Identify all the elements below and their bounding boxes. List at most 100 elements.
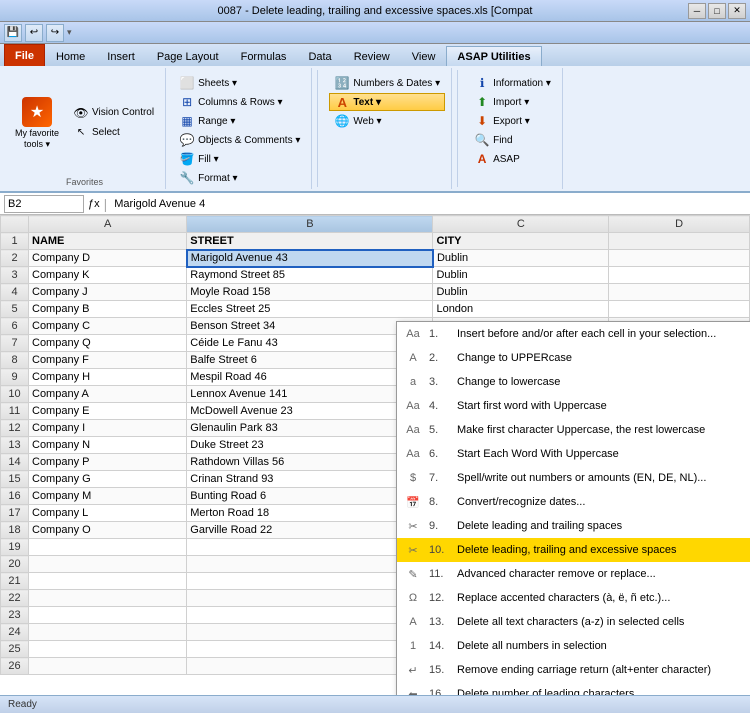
cell[interactable]: Dublin xyxy=(433,267,609,284)
cell[interactable] xyxy=(29,590,187,607)
find-button[interactable]: 🔍 Find xyxy=(469,131,556,149)
col-header-a[interactable]: A xyxy=(29,216,187,233)
dropdown-item[interactable]: 114.Delete all numbers in selection xyxy=(397,634,750,658)
export-button[interactable]: ⬇ Export ▾ xyxy=(469,112,556,130)
cell[interactable]: Marigold Avenue 43 xyxy=(187,250,433,267)
cell[interactable]: Company O xyxy=(29,522,187,539)
objects-comments-button[interactable]: 💬 Objects & Comments ▾ xyxy=(174,131,305,149)
fill-button[interactable]: 🪣 Fill ▾ xyxy=(174,150,305,168)
cell[interactable]: Company A xyxy=(29,386,187,403)
numbers-dates-button[interactable]: 🔢 Numbers & Dates ▾ xyxy=(329,74,445,92)
dropdown-item[interactable]: ↵15.Remove ending carriage return (alt+e… xyxy=(397,658,750,682)
dropdown-item[interactable]: A2.Change to UPPERcase xyxy=(397,346,750,370)
cell[interactable]: Company J xyxy=(29,284,187,301)
dropdown-item[interactable]: a3.Change to lowercase xyxy=(397,370,750,394)
import-button[interactable]: ⬆ Import ▾ xyxy=(469,93,556,111)
redo-quick-button[interactable]: ↪ xyxy=(46,24,64,42)
sheets-button[interactable]: ⬜ Sheets ▾ xyxy=(174,74,305,92)
cell[interactable] xyxy=(29,573,187,590)
dropdown-item[interactable]: ⬅16.Delete number of leading characters.… xyxy=(397,682,750,695)
dropdown-item[interactable]: Ω12.Replace accented characters (à, ë, ñ… xyxy=(397,586,750,610)
window-controls[interactable]: ─ □ ✕ xyxy=(688,3,746,19)
cell[interactable]: Dublin xyxy=(433,250,609,267)
cell[interactable]: Company P xyxy=(29,454,187,471)
save-quick-button[interactable]: 💾 xyxy=(4,24,22,42)
select-button[interactable]: ↖ Select xyxy=(68,124,159,142)
cell[interactable]: CITY xyxy=(433,233,609,250)
formula-input[interactable] xyxy=(111,198,746,210)
name-box[interactable] xyxy=(4,195,84,213)
col-header-d[interactable]: D xyxy=(609,216,750,233)
cell[interactable] xyxy=(29,658,187,675)
cell[interactable]: Company M xyxy=(29,488,187,505)
cell[interactable] xyxy=(29,607,187,624)
dropdown-item[interactable]: $7.Spell/write out numbers or amounts (E… xyxy=(397,466,750,490)
col-header-c[interactable]: C xyxy=(433,216,609,233)
dropdown-item[interactable]: ✂9.Delete leading and trailing spaces xyxy=(397,514,750,538)
dropdown-item[interactable]: 📅8.Convert/recognize dates... xyxy=(397,490,750,514)
cell[interactable]: NAME xyxy=(29,233,187,250)
tab-asap-utilities[interactable]: ASAP Utilities xyxy=(446,46,541,66)
cell[interactable] xyxy=(29,641,187,658)
cell[interactable]: Company B xyxy=(29,301,187,318)
cell[interactable]: Company K xyxy=(29,267,187,284)
dropdown-item[interactable]: A13.Delete all text characters (a-z) in … xyxy=(397,610,750,634)
cell[interactable]: Company N xyxy=(29,437,187,454)
cell[interactable]: STREET xyxy=(187,233,433,250)
tab-insert[interactable]: Insert xyxy=(96,46,146,66)
cell[interactable]: Company F xyxy=(29,352,187,369)
close-button[interactable]: ✕ xyxy=(728,3,746,19)
cell[interactable] xyxy=(609,233,750,250)
cell[interactable]: Company C xyxy=(29,318,187,335)
cell[interactable] xyxy=(29,556,187,573)
cell[interactable]: Company D xyxy=(29,250,187,267)
dropdown-item[interactable]: ✂10.Delete leading, trailing and excessi… xyxy=(397,538,750,562)
format-button[interactable]: 🔧 Format ▾ xyxy=(174,169,305,187)
tab-page-layout[interactable]: Page Layout xyxy=(146,46,230,66)
asap-button[interactable]: A ASAP xyxy=(469,150,556,168)
col-header-b[interactable]: B xyxy=(187,216,433,233)
vision-control-button[interactable]: 👁 Vision Control xyxy=(68,104,159,122)
cell[interactable] xyxy=(609,284,750,301)
dropdown-item[interactable]: Aa5.Make first character Uppercase, the … xyxy=(397,418,750,442)
cell[interactable] xyxy=(609,267,750,284)
ribbon: ★ My favoritetools ▾ 👁 Vision Control ↖ … xyxy=(0,66,750,193)
tab-home[interactable]: Home xyxy=(45,46,96,66)
dropdown-item[interactable]: ✎11.Advanced character remove or replace… xyxy=(397,562,750,586)
cell[interactable] xyxy=(29,624,187,641)
cell[interactable]: Moyle Road 158 xyxy=(187,284,433,301)
my-favorite-tools-button[interactable]: ★ My favoritetools ▾ xyxy=(10,93,64,153)
function-button[interactable]: ƒx xyxy=(88,198,100,210)
dropdown-item[interactable]: Aa6.Start Each Word With Uppercase xyxy=(397,442,750,466)
minimize-button[interactable]: ─ xyxy=(688,3,706,19)
cell[interactable] xyxy=(29,539,187,556)
tab-data[interactable]: Data xyxy=(297,46,342,66)
cell[interactable] xyxy=(609,301,750,318)
web-button[interactable]: 🌐 Web ▾ xyxy=(329,112,445,130)
range-button[interactable]: ▦ Range ▾ xyxy=(174,112,305,130)
tab-file[interactable]: File xyxy=(4,44,45,66)
text-button[interactable]: A Text ▾ xyxy=(329,93,445,111)
undo-quick-button[interactable]: ↩ xyxy=(25,24,43,42)
cell[interactable]: Company H xyxy=(29,369,187,386)
cell[interactable]: Company G xyxy=(29,471,187,488)
cell[interactable] xyxy=(609,250,750,267)
tab-review[interactable]: Review xyxy=(343,46,401,66)
cell[interactable]: Company I xyxy=(29,420,187,437)
cell[interactable]: Eccles Street 25 xyxy=(187,301,433,318)
cell[interactable]: Company E xyxy=(29,403,187,420)
tab-formulas[interactable]: Formulas xyxy=(230,46,298,66)
maximize-button[interactable]: □ xyxy=(708,3,726,19)
dropdown-item[interactable]: Aa1.Insert before and/or after each cell… xyxy=(397,322,750,346)
tab-view[interactable]: View xyxy=(401,46,447,66)
columns-rows-button[interactable]: ⊞ Columns & Rows ▾ xyxy=(174,93,305,111)
quick-access-dropdown[interactable]: ▾ xyxy=(67,27,72,38)
spreadsheet[interactable]: A B C D 1NAMESTREETCITY2Company DMarigol… xyxy=(0,215,750,695)
cell[interactable]: Raymond Street 85 xyxy=(187,267,433,284)
dropdown-item[interactable]: Aa4.Start first word with Uppercase xyxy=(397,394,750,418)
cell[interactable]: Company L xyxy=(29,505,187,522)
information-button[interactable]: ℹ Information ▾ xyxy=(469,74,556,92)
cell[interactable]: London xyxy=(433,301,609,318)
cell[interactable]: Company Q xyxy=(29,335,187,352)
cell[interactable]: Dublin xyxy=(433,284,609,301)
